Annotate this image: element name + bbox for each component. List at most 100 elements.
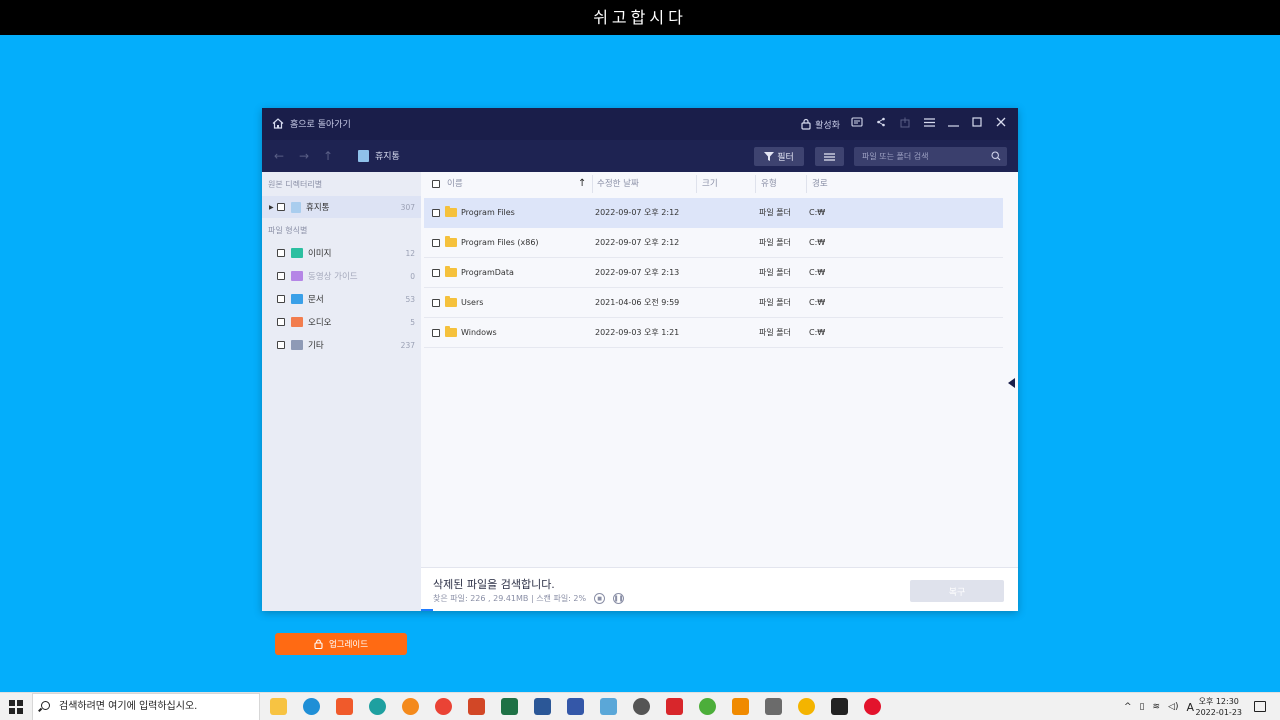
item-count: 12 [405,248,415,258]
sidebar-item-video[interactable]: 동영상 가이드 0 [262,265,421,287]
sidebar-item-other[interactable]: 기타 237 [262,334,421,356]
row-checkbox[interactable] [432,269,440,277]
sidebar-item-audio[interactable]: 오디오 5 [262,311,421,333]
upgrade-button[interactable]: 업그레이드 [275,633,407,655]
search-box[interactable] [854,147,1007,166]
sidebar-item-images[interactable]: 이미지 12 [262,242,421,264]
sticky-notes-icon[interactable] [831,698,848,715]
folder-icon [445,326,457,337]
audio-icon [291,317,303,327]
cell-path: C:₩ [809,208,826,217]
up-arrow-icon[interactable]: ↑ [323,149,333,163]
column-name[interactable]: 이름 [447,172,463,196]
search-input[interactable] [854,147,984,166]
view-menu-button[interactable] [815,147,844,166]
sort-ascending-icon[interactable]: ↑ [578,172,586,196]
chrome-canary-icon[interactable] [798,698,815,715]
row-checkbox[interactable] [432,209,440,217]
collapse-panel-icon[interactable] [1008,378,1015,388]
back-arrow-icon[interactable]: ← [274,149,284,163]
table-row[interactable]: Windows 2022-09-03 오후 1:21 파일 폴더 C:₩ [424,318,1003,348]
checkbox[interactable] [277,272,285,280]
sidebar-item-documents[interactable]: 문서 53 [262,288,421,310]
row-checkbox[interactable] [432,239,440,247]
notification-icon[interactable] [1254,701,1266,712]
table-row[interactable]: Program Files (x86) 2022-09-07 오후 2:12 파… [424,228,1003,258]
folder-other-icon [291,340,303,350]
share-icon[interactable] [874,117,888,131]
edge-icon[interactable] [303,698,320,715]
cell-path: C:₩ [809,298,826,307]
calculator-icon[interactable] [765,698,782,715]
app-red-icon[interactable] [666,698,683,715]
remote-desktop-icon[interactable] [600,698,617,715]
cell-path: C:₩ [809,238,826,247]
breadcrumb[interactable]: 휴지통 [358,149,400,162]
brave-icon[interactable] [336,698,353,715]
battery-icon[interactable]: ▯ [1140,702,1145,712]
close-icon[interactable] [994,117,1008,131]
scan-stats: 찾은 파일: 226 , 29.41MB | 스캔 파일: 2% [433,594,587,603]
taskbar-search[interactable]: 검색하려면 여기에 입력하십시오. [32,693,260,720]
firefox-icon[interactable] [402,698,419,715]
powerpoint-icon[interactable] [468,698,485,715]
menu-icon[interactable] [922,117,936,131]
item-count: 307 [400,202,415,212]
checkbox[interactable] [277,318,285,326]
activate-button[interactable]: 활성화 [801,118,840,131]
checkbox[interactable] [277,295,285,303]
app-teal-icon[interactable] [369,698,386,715]
word-icon[interactable] [534,698,551,715]
chrome-icon[interactable] [435,698,452,715]
home-button[interactable]: 홈으로 돌아가기 [272,117,351,130]
select-all-checkbox[interactable] [432,180,440,188]
column-path[interactable]: 경로 [812,172,828,196]
maximize-icon[interactable] [970,117,984,131]
checkbox[interactable] [277,249,285,257]
ime-indicator[interactable]: A [1186,701,1194,714]
cell-type: 파일 폴더 [759,238,791,247]
clock-time: 오후 12:30 [1198,697,1239,706]
opera-icon[interactable] [864,698,881,715]
video-icon [291,271,303,281]
volume-icon[interactable]: ◁) [1168,702,1178,712]
column-size[interactable]: 크기 [702,172,718,196]
checkbox[interactable] [277,341,285,349]
checkbox[interactable] [277,203,285,211]
cell-name: Program Files [461,208,515,217]
calendar-icon[interactable] [567,698,584,715]
title-bar: 홈으로 돌아가기 활성화 [262,108,1018,140]
row-checkbox[interactable] [432,299,440,307]
row-checkbox[interactable] [432,329,440,337]
sidebar-item-recycle-bin[interactable]: ▶ 휴지통 307 [262,196,421,218]
vlc-icon[interactable] [732,698,749,715]
minimize-icon[interactable] [946,117,960,131]
column-modified[interactable]: 수정한 날짜 [597,172,639,196]
app-green-icon[interactable] [699,698,716,715]
chevron-up-icon[interactable]: ^ [1124,702,1132,712]
sidebar-item-label: 기타 [308,341,324,351]
feedback-icon[interactable] [850,117,864,131]
pause-icon[interactable]: ❚❚ [613,593,625,604]
wifi-icon[interactable]: ≋ [1152,702,1160,712]
table-row[interactable]: Users 2021-04-06 오전 9:59 파일 폴더 C:₩ [424,288,1003,318]
section-title-type: 파일 형식별 [268,226,308,235]
file-explorer-icon[interactable] [270,698,287,715]
clock[interactable]: 오후 12:30 2022-01-23 [1196,696,1243,718]
stop-icon[interactable]: ■ [594,593,606,604]
expand-caret-icon[interactable]: ▶ [269,204,277,211]
lock-icon [314,639,323,649]
filter-button[interactable]: 필터 [754,147,804,166]
column-type[interactable]: 유형 [761,172,777,196]
search-tool-icon[interactable] [633,698,650,715]
section-title-path: 원본 디렉터리별 [268,180,323,189]
table-row[interactable]: ProgramData 2022-09-07 오후 2:13 파일 폴더 C:₩ [424,258,1003,288]
windows-start-icon[interactable] [9,700,23,714]
export-icon[interactable] [898,117,912,131]
folder-icon [445,266,457,277]
excel-icon[interactable] [501,698,518,715]
table-row[interactable]: Program Files 2022-09-07 오후 2:12 파일 폴더 C… [424,198,1003,228]
restore-button[interactable]: 복구 [910,580,1004,602]
filter-icon [764,152,775,161]
forward-arrow-icon[interactable]: → [299,149,309,163]
